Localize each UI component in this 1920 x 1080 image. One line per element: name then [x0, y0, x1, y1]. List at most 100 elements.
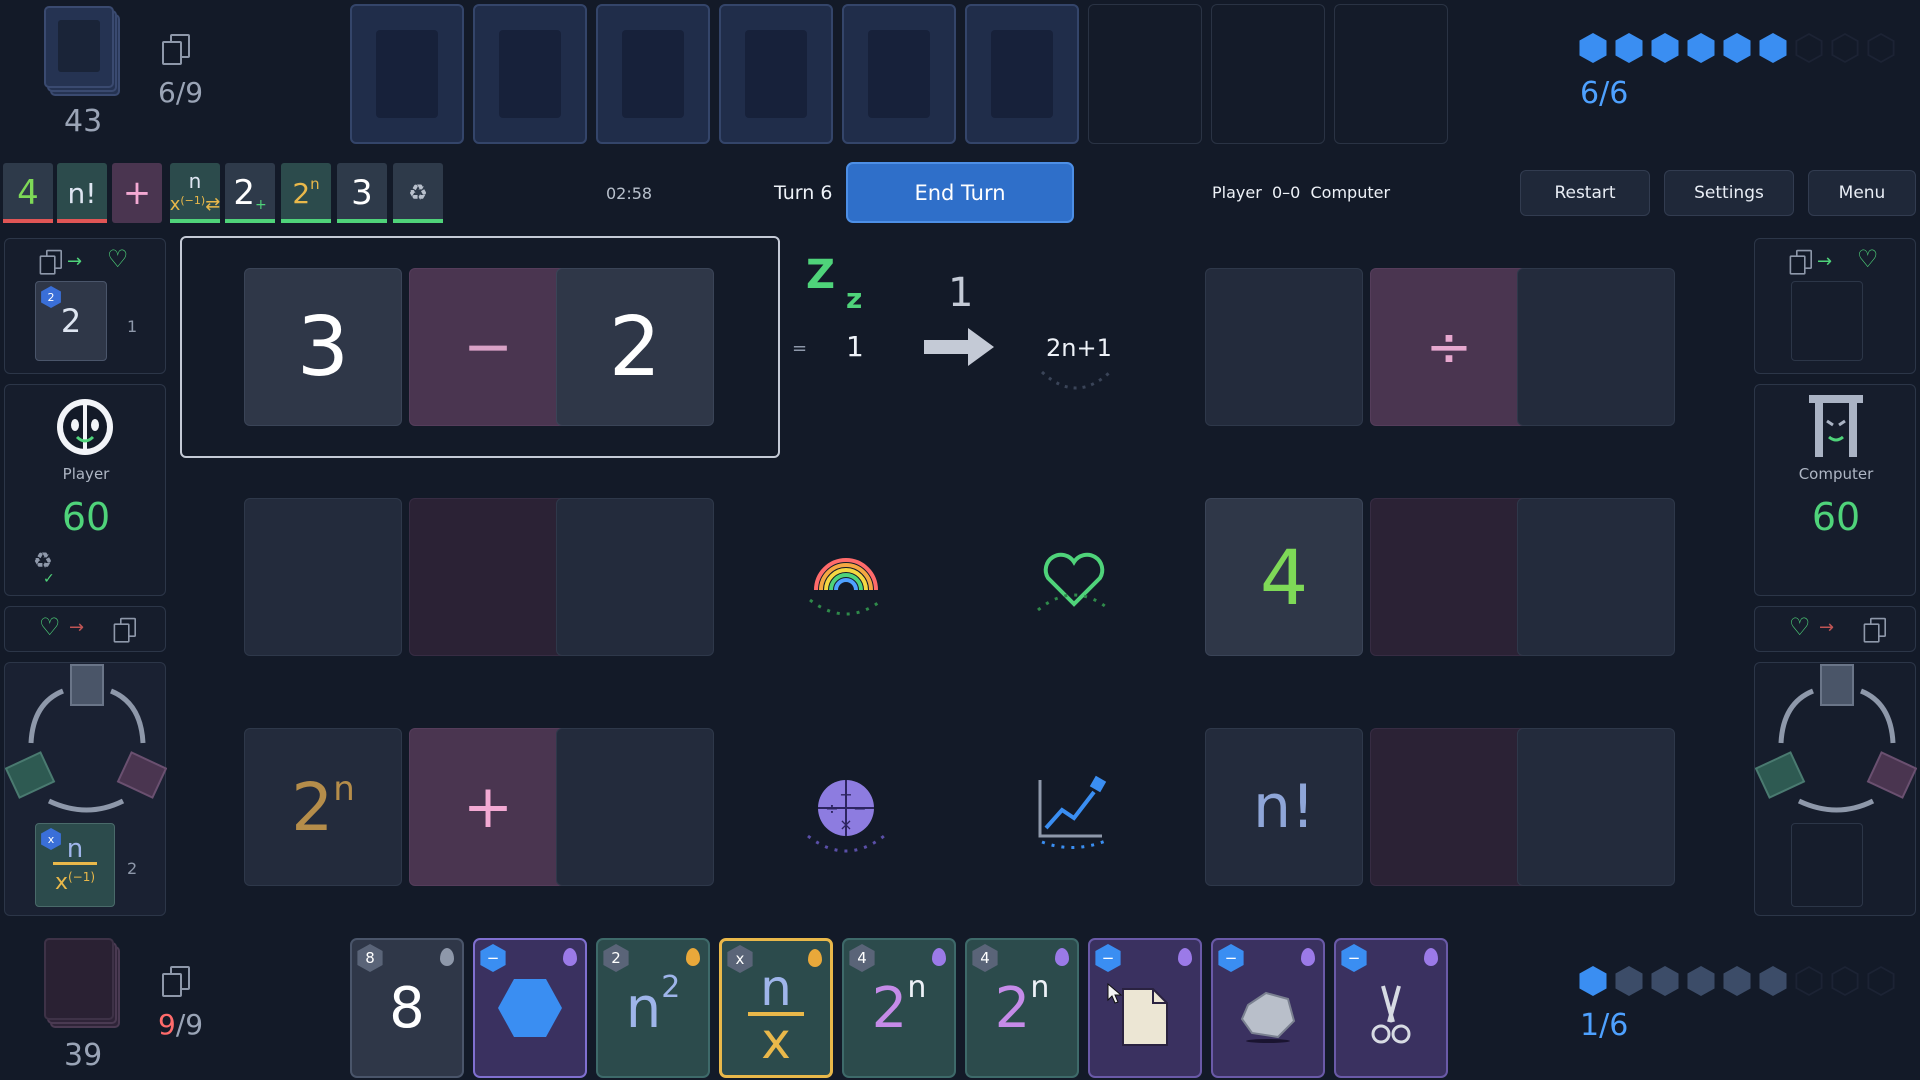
board-tile[interactable]: 2n — [244, 728, 402, 886]
mana-gem — [1723, 33, 1751, 63]
hand-copy-icon — [162, 34, 190, 65]
hand-card-rock[interactable]: − — [1211, 938, 1325, 1078]
computer-avatar-icon — [1809, 395, 1863, 457]
history-pill[interactable]: + — [112, 163, 162, 223]
svg-text:+: + — [839, 785, 852, 804]
mana-gem — [1615, 966, 1643, 996]
arrow-right-icon: → — [67, 251, 83, 272]
arrow-value: 1 — [948, 270, 974, 316]
history-pill-nx[interactable]: n x(−1)⇄ — [170, 163, 220, 223]
opponent-card-back — [719, 4, 833, 144]
rainbow-icon — [809, 558, 883, 616]
hand-card[interactable]: 4 2n — [842, 938, 956, 1078]
board-tile-operator[interactable] — [1370, 498, 1528, 656]
equation-result-value: 1 — [846, 330, 864, 363]
heart-icon: ♡ — [107, 245, 129, 273]
mana-gem — [1867, 966, 1895, 996]
copy-icon — [39, 249, 63, 275]
equals-sign: = — [792, 338, 808, 359]
rock-icon — [1240, 991, 1296, 1043]
copy-icon — [1863, 617, 1887, 643]
heart-icon: ♡ — [1789, 613, 1811, 641]
arrow-right-icon: → — [69, 617, 85, 638]
discard-count: 1 — [127, 317, 138, 336]
board-tile[interactable]: 2 — [556, 268, 714, 426]
history-pill[interactable]: 2 + — [225, 163, 275, 223]
mana-gem — [1651, 33, 1679, 63]
card-cost-badge: − — [1341, 944, 1367, 972]
mana-gem — [1687, 966, 1715, 996]
scissors-icon — [1371, 985, 1411, 1044]
recycle-icon: ♻ — [408, 180, 428, 206]
opponent-deck-count: 39 — [64, 1038, 103, 1073]
cycle-diagram-icon — [1755, 664, 1917, 813]
copy-icon — [113, 617, 136, 643]
board-tile[interactable]: n! — [1205, 728, 1363, 886]
paper-icon — [1122, 988, 1168, 1046]
drop-icon — [808, 949, 822, 967]
mana-gem — [1615, 33, 1643, 63]
player-hp: 60 — [61, 495, 111, 539]
mana-gem — [1651, 966, 1679, 996]
sleep-icon-small: z — [846, 282, 863, 315]
hand-card[interactable]: 4 2n — [965, 938, 1079, 1078]
cycle-count: 2 — [127, 859, 138, 878]
board-tile[interactable]: 3 — [244, 268, 402, 426]
mana-value: 1/6 — [1580, 1008, 1629, 1043]
board-tile-operator[interactable]: − — [409, 268, 567, 426]
player-discard-panel: → ♡ 2 2 1 — [4, 238, 166, 374]
board-tile-operator[interactable] — [409, 498, 567, 656]
history-pill[interactable]: 4 — [3, 163, 53, 223]
discard-card[interactable]: 2 2 — [35, 281, 107, 361]
hand-count: 6/9 — [158, 76, 204, 109]
svg-text:−: − — [853, 799, 866, 818]
mana-gem — [1579, 966, 1607, 996]
cycle-card[interactable]: x n x(−1) — [35, 823, 115, 907]
restart-button[interactable]: Restart — [1520, 170, 1650, 216]
board-tile-operator[interactable]: + — [409, 728, 567, 886]
card-cost-badge: 2 — [603, 944, 629, 972]
card-cost-badge: 4 — [849, 944, 875, 972]
hand-card-paper[interactable]: − — [1088, 938, 1202, 1078]
menu-button[interactable]: Menu — [1808, 170, 1916, 216]
board-tile[interactable] — [556, 728, 714, 886]
cycle-diagram-icon — [5, 664, 167, 813]
hand-card[interactable]: 8 8 — [350, 938, 464, 1078]
history-pill[interactable]: n! — [57, 163, 107, 223]
settings-button[interactable]: Settings — [1664, 170, 1794, 216]
board-tile[interactable]: 4 — [1205, 498, 1363, 656]
computer-hp: 60 — [1811, 495, 1861, 539]
empty-card-slot — [1211, 4, 1325, 144]
history-pill[interactable]: 3 — [337, 163, 387, 223]
mana-gems — [1578, 33, 1908, 65]
hand-card-fraction[interactable]: x n x — [719, 938, 833, 1078]
arrow-right-icon: → — [1817, 251, 1833, 272]
copy-icon — [1789, 249, 1813, 275]
board-tile[interactable] — [556, 498, 714, 656]
history-pill-recycle[interactable]: ♻ — [393, 163, 443, 223]
player-avatar-icon — [57, 399, 113, 455]
board-tile-operator[interactable]: ÷ — [1370, 268, 1528, 426]
history-pill[interactable]: 2n — [281, 163, 331, 223]
hand-card-gem[interactable]: − — [473, 938, 587, 1078]
mana-gem — [1687, 33, 1715, 63]
board-tile[interactable] — [1517, 268, 1675, 426]
board-tile[interactable] — [244, 498, 402, 656]
score-label: Player 0–0 Computer — [1212, 183, 1391, 202]
hand-card-scissors[interactable]: − — [1334, 938, 1448, 1078]
board-tile[interactable] — [1517, 498, 1675, 656]
board-tile-operator[interactable] — [1370, 728, 1528, 886]
end-turn-button[interactable]: End Turn — [846, 162, 1074, 223]
sleep-icon: Z — [806, 252, 836, 298]
mana-gem — [1795, 33, 1823, 63]
opponent-card-back — [596, 4, 710, 144]
card-badge: x — [41, 828, 61, 850]
drop-icon — [686, 948, 700, 966]
opponent-draw-pile — [44, 938, 122, 1028]
board-tile[interactable] — [1517, 728, 1675, 886]
heart-icon — [1037, 552, 1111, 612]
mana-gem — [1831, 33, 1859, 63]
hand-card[interactable]: 2 n2 — [596, 938, 710, 1078]
board-tile[interactable] — [1205, 268, 1363, 426]
draw-pile[interactable] — [44, 6, 122, 96]
